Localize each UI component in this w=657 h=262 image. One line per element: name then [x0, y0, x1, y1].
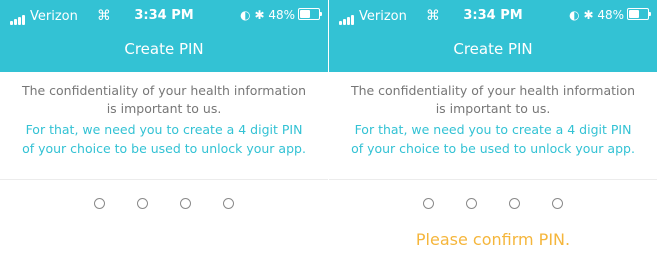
- status-right: ◐ ✱ 48%: [569, 8, 651, 22]
- bluetooth-icon: ✱: [583, 8, 594, 22]
- confidentiality-text: The confidentiality of your health infor…: [350, 83, 636, 116]
- create-pin-screen-right: Verizon ⌘ 3:34 PM ◐ ✱ 48% Create PIN The…: [329, 0, 657, 262]
- status-bar: Verizon ⌘ 3:34 PM ◐ ✱ 48%: [329, 0, 657, 32]
- battery-percent: 48%: [268, 8, 295, 22]
- pin-dot: [509, 198, 520, 209]
- page-title: Create PIN: [124, 40, 204, 58]
- pin-indicators: [0, 194, 328, 213]
- pin-dot: [466, 198, 477, 209]
- battery-icon: [298, 8, 322, 20]
- separator: [329, 179, 657, 180]
- confidentiality-text: The confidentiality of your health infor…: [21, 83, 307, 116]
- battery-percent: 48%: [597, 8, 624, 22]
- instruction-text: For that, we need you to create a 4 digi…: [22, 122, 306, 156]
- pin-dot: [423, 198, 434, 209]
- confirm-pin-prompt: Please confirm PIN.: [415, 230, 571, 249]
- create-pin-screen-left: Verizon ⌘ 3:34 PM ◐ ✱ 48% Create PIN The…: [0, 0, 328, 262]
- rotation-lock-icon: ◐: [569, 8, 580, 22]
- pin-dot: [223, 198, 234, 209]
- status-right: ◐ ✱ 48%: [240, 8, 322, 22]
- rotation-lock-icon: ◐: [240, 8, 251, 22]
- bluetooth-icon: ✱: [254, 8, 265, 22]
- battery-icon: [627, 8, 651, 20]
- page-title: Create PIN: [453, 40, 533, 58]
- pin-indicators: [329, 194, 657, 213]
- header-bar: Verizon ⌘ 3:34 PM ◐ ✱ 48% Create PIN: [329, 0, 657, 72]
- header-bar: Verizon ⌘ 3:34 PM ◐ ✱ 48% Create PIN: [0, 0, 328, 72]
- status-bar: Verizon ⌘ 3:34 PM ◐ ✱ 48%: [0, 0, 328, 32]
- separator: [0, 179, 328, 180]
- pin-dot: [552, 198, 563, 209]
- pin-dot: [180, 198, 191, 209]
- pin-dot: [137, 198, 148, 209]
- pin-dot: [94, 198, 105, 209]
- instruction-text: For that, we need you to create a 4 digi…: [351, 122, 635, 156]
